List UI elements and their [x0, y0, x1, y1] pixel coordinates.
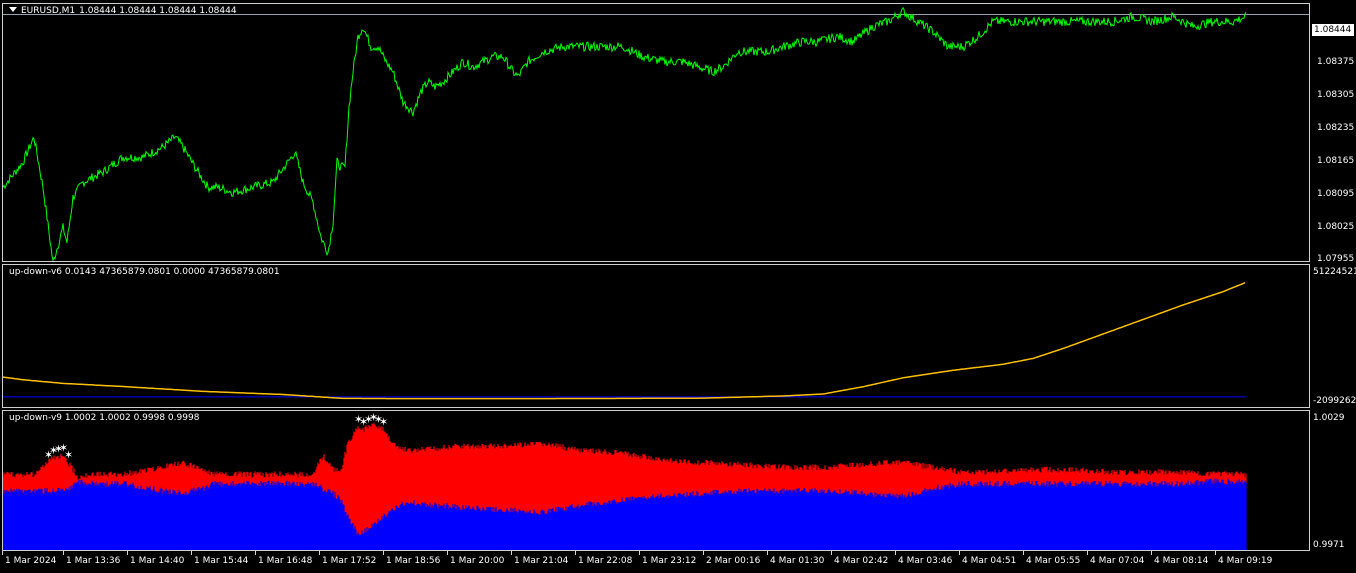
time-axis-label: 4 Mar 09:19 — [1218, 556, 1273, 566]
ohlc-label: 1.08444 1.08444 1.08444 1.08444 — [79, 6, 237, 16]
symbol-label: EURUSD,M1 — [21, 6, 76, 16]
time-axis-tick — [63, 551, 64, 555]
indicator-pane-up-down-v9[interactable]: ✶ ✶ ✶ ✶ ✶ ✶ ✶ ✶ ✶ ✶ ✶ up-down-v9 1.0002 1.0002 0.9… — [2, 410, 1310, 551]
time-axis-label: 1 Mar 22:08 — [578, 556, 633, 566]
time-axis-label: 4 Mar 04:51 — [962, 556, 1017, 566]
time-axis-label: 4 Mar 05:55 — [1026, 556, 1081, 566]
time-axis-label: 1 Mar 21:04 — [514, 556, 569, 566]
price-tick: 1.08235 — [1317, 123, 1355, 133]
indicator-v6-bottom-tick: -2099262. — [1313, 396, 1356, 406]
price-series-line — [3, 6, 1247, 261]
current-price-tag: 1.08444 — [1312, 24, 1354, 36]
indicator-v6-line-chart — [3, 282, 1246, 400]
time-axis-tick — [255, 551, 256, 555]
time-axis-tick — [959, 551, 960, 555]
price-chart-pane[interactable]: EURUSD,M1 1.08444 1.08444 1.08444 1.08444 — [2, 3, 1310, 262]
indicator-v9-area-chart: ✶✶✶✶✶✶✶✶✶✶✶ — [3, 411, 1247, 550]
indicator-pane-up-down-v6[interactable]: up-down-v6 0.0143 47365879.0801 0.0000 4… — [2, 264, 1310, 408]
time-axis-label: 2 Mar 00:16 — [706, 556, 761, 566]
time-axis-label: 4 Mar 02:42 — [834, 556, 889, 566]
price-line-chart — [3, 6, 1309, 261]
time-axis-label: 1 Mar 15:44 — [194, 556, 249, 566]
time-axis-tick — [127, 551, 128, 555]
time-axis-label: 1 Mar 14:40 — [130, 556, 185, 566]
time-axis-label: 1 Mar 20:00 — [450, 556, 505, 566]
time-axis-tick — [383, 551, 384, 555]
price-tick: 1.08025 — [1317, 222, 1355, 232]
time-axis-tick — [1151, 551, 1152, 555]
price-tick: 1.08375 — [1317, 57, 1355, 67]
price-tick: 1.08305 — [1317, 90, 1355, 100]
indicator-v9-top-tick: 1.0029 — [1313, 413, 1345, 423]
time-axis-label: 1 Mar 2024 — [5, 556, 57, 566]
price-tick: 1.08095 — [1317, 189, 1355, 199]
price-pane-label: EURUSD,M1 1.08444 1.08444 1.08444 1.08444 — [9, 6, 237, 16]
time-axis-tick — [831, 551, 832, 555]
time-axis-tick — [767, 551, 768, 555]
time-axis-label: 1 Mar 13:36 — [66, 556, 121, 566]
time-axis-tick — [703, 551, 704, 555]
time-axis-label: 1 Mar 23:12 — [642, 556, 697, 566]
indicator-v6-series-line — [3, 282, 1246, 400]
dropdown-triangle-icon[interactable] — [9, 7, 17, 12]
signal-marker: ✶ — [379, 416, 388, 429]
time-axis-tick — [2, 551, 3, 555]
time-axis-label: 1 Mar 16:48 — [258, 556, 313, 566]
time-axis-tick — [1087, 551, 1088, 555]
time-axis-tick — [575, 551, 576, 555]
time-axis-label: 4 Mar 08:14 — [1154, 556, 1209, 566]
time-axis-tick — [895, 551, 896, 555]
indicator-v9-bottom-tick: 0.9971 — [1313, 540, 1345, 550]
price-tick: 1.07955 — [1317, 254, 1355, 264]
time-axis-label: 1 Mar 18:56 — [386, 556, 441, 566]
time-axis-label: 4 Mar 01:30 — [770, 556, 825, 566]
time-axis-tick — [1023, 551, 1024, 555]
time-axis-label: 4 Mar 03:46 — [898, 556, 953, 566]
time-axis-tick — [447, 551, 448, 555]
time-axis-tick — [191, 551, 192, 555]
time-axis-tick — [639, 551, 640, 555]
indicator-v6-label: up-down-v6 0.0143 47365879.0801 0.0000 4… — [9, 267, 280, 277]
time-axis-tick — [511, 551, 512, 555]
indicator-v9-label: up-down-v9 1.0002 1.0002 0.9998 0.9998 — [9, 413, 200, 423]
time-axis-tick — [1215, 551, 1216, 555]
price-tick: 1.08165 — [1317, 156, 1355, 166]
indicator-v6-top-tick: 51224521. — [1313, 267, 1356, 277]
time-axis-tick — [319, 551, 320, 555]
signal-marker: ✶ — [64, 449, 73, 462]
time-axis-label: 4 Mar 07:04 — [1090, 556, 1145, 566]
time-axis-label: 1 Mar 17:52 — [322, 556, 377, 566]
